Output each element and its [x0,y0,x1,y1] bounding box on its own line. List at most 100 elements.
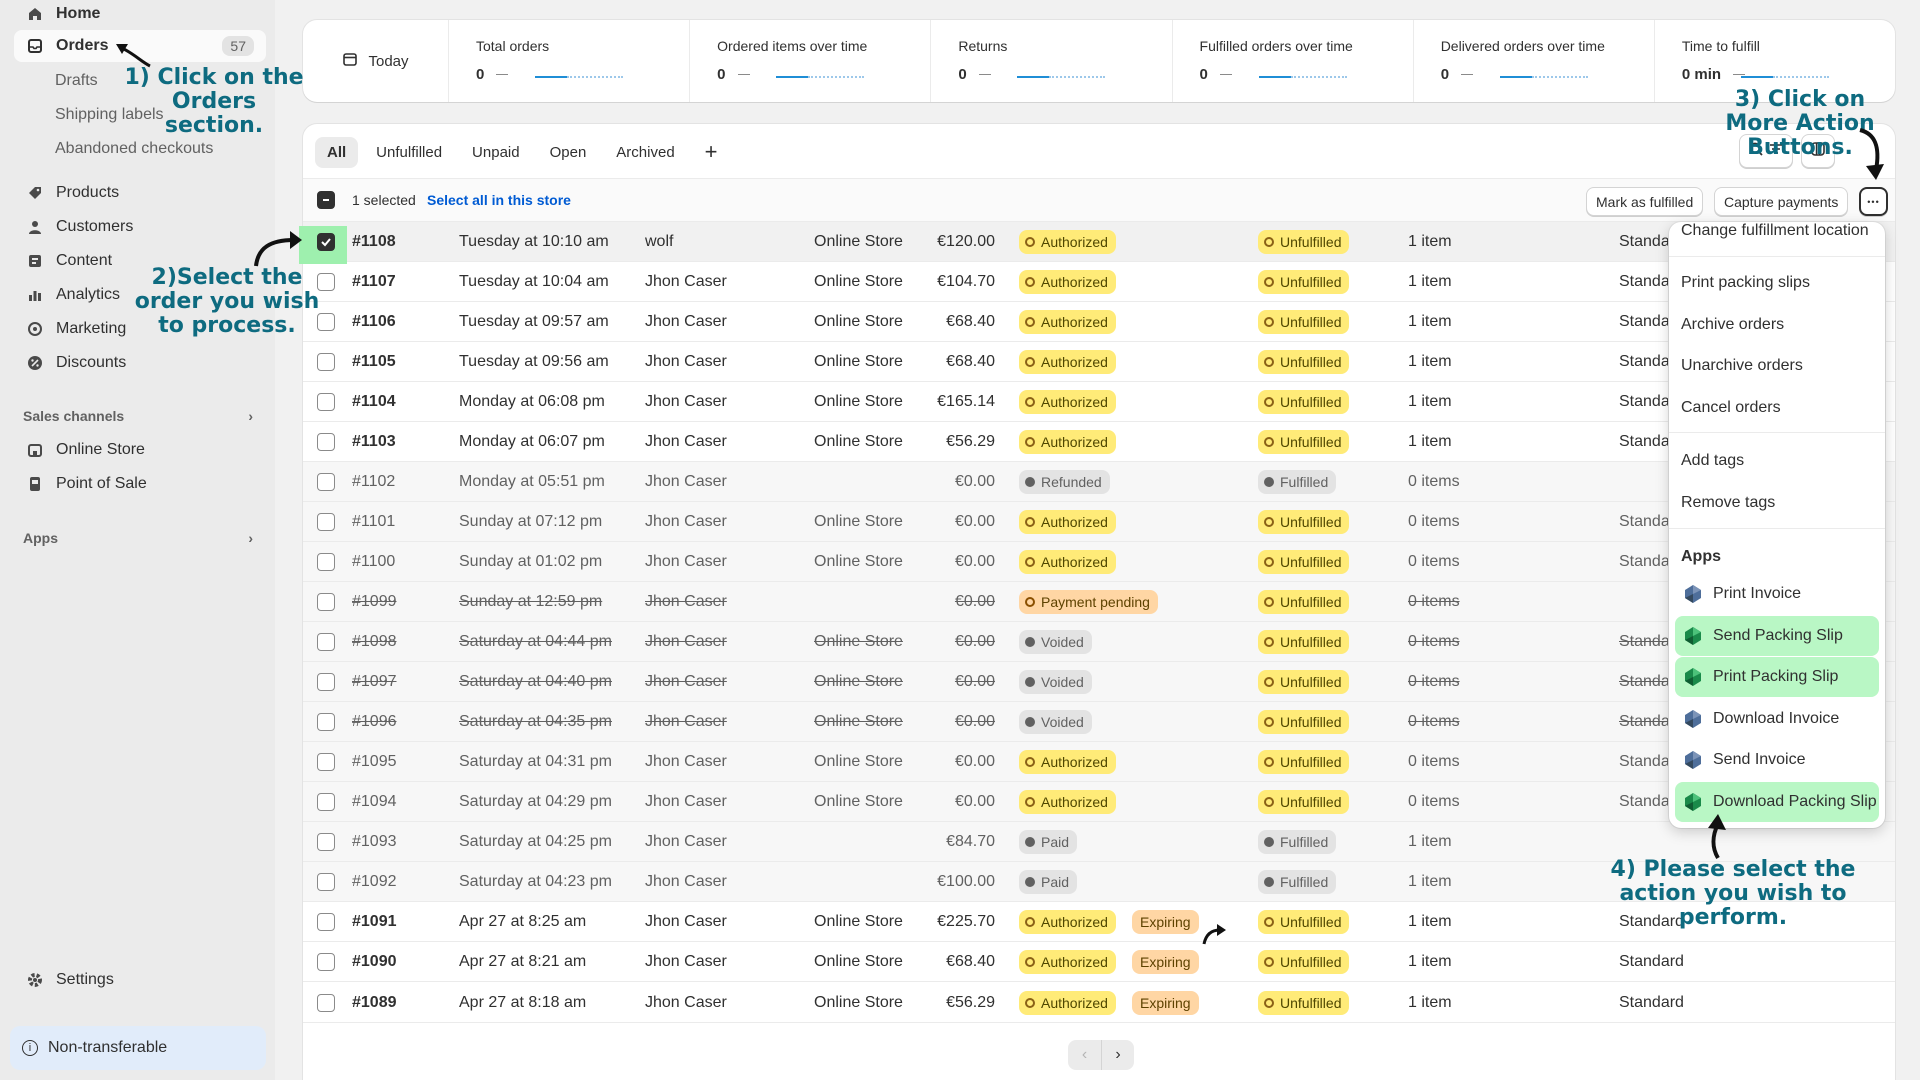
row-checkbox[interactable] [317,593,335,611]
capture-payments-button[interactable]: Capture payments [1714,187,1849,216]
tab-unpaid[interactable]: Unpaid [460,137,532,168]
stat-ordered-items[interactable]: Ordered items over time 0 [690,20,932,102]
nav-drafts[interactable]: Drafts [55,72,98,90]
menu-archive-orders[interactable]: Archive orders [1681,316,1784,334]
add-view-button[interactable]: + [693,137,730,167]
order-number[interactable]: #1101 [352,513,395,531]
row-checkbox[interactable] [317,873,335,891]
menu-print-packing-slip[interactable]: Print Packing Slip [1675,657,1879,697]
table-row[interactable]: #1097 Saturday at 04:40 pm Jhon Caser Onlin… [303,662,1895,702]
table-row[interactable]: #1101 Sunday at 07:12 pm Jhon Caser Online … [303,502,1895,542]
row-checkbox[interactable] [317,633,335,651]
menu-send-invoice[interactable]: Send Invoice [1675,740,1879,780]
order-number[interactable]: #1102 [352,473,395,491]
menu-unarchive-orders[interactable]: Unarchive orders [1681,357,1803,375]
nav-customers[interactable]: Customers [14,211,266,243]
row-checkbox[interactable] [317,673,335,691]
nav-discounts[interactable]: Discounts [14,347,266,379]
payment-status-label: Refunded [1041,474,1102,490]
menu-print-packing-slips[interactable]: Print packing slips [1681,274,1810,292]
nav-settings[interactable]: Settings [14,964,266,996]
order-number[interactable]: #1104 [352,393,396,411]
nav-products[interactable]: Products [14,177,266,209]
row-checkbox[interactable] [317,353,335,371]
order-number[interactable]: #1096 [352,713,397,731]
select-all-store-link[interactable]: Select all in this store [427,192,571,208]
nav-online-store[interactable]: Online Store [14,434,266,466]
table-row[interactable]: #1090 Apr 27 at 8:21 am Jhon Caser Online S… [303,942,1895,982]
nav-abandoned-checkouts[interactable]: Abandoned checkouts [55,140,213,158]
select-all-checkbox[interactable] [317,191,335,209]
order-1108-checkbox[interactable] [317,233,335,251]
table-row[interactable]: #1096 Saturday at 04:35 pm Jhon Caser Onlin… [303,702,1895,742]
table-row[interactable]: #1089 Apr 27 at 8:18 am Jhon Caser Online S… [303,983,1895,1023]
row-checkbox[interactable] [317,393,335,411]
order-number[interactable]: #1097 [352,673,397,691]
row-checkbox[interactable] [317,793,335,811]
order-number[interactable]: #1107 [352,273,396,291]
order-number[interactable]: #1090 [352,953,397,971]
row-checkbox[interactable] [317,513,335,531]
nav-home[interactable]: Home [14,0,266,30]
row-checkbox[interactable] [317,713,335,731]
row-checkbox[interactable] [317,753,335,771]
tab-archived[interactable]: Archived [604,137,686,168]
order-number[interactable]: #1099 [352,593,397,611]
nav-point-of-sale[interactable]: Point of Sale [14,468,266,500]
table-row[interactable]: #1106 Tuesday at 09:57 am Jhon Caser Online… [303,302,1895,342]
sales-channels-header[interactable]: Sales channels › [23,408,253,424]
order-number[interactable]: #1095 [352,753,397,771]
table-row[interactable]: #1104 Monday at 06:08 pm Jhon Caser Online … [303,382,1895,422]
tab-unfulfilled[interactable]: Unfulfilled [364,137,454,168]
row-checkbox[interactable] [317,913,335,931]
row-checkbox[interactable] [317,833,335,851]
order-number[interactable]: #1106 [352,313,396,331]
menu-cancel-orders[interactable]: Cancel orders [1681,399,1781,417]
menu-print-invoice[interactable]: Print Invoice [1675,574,1879,614]
order-number[interactable]: #1092 [352,873,397,891]
tab-open[interactable]: Open [538,137,599,168]
menu-change-fulfillment-location[interactable]: Change fulfillment location [1681,222,1869,240]
date-range-button[interactable]: Today [303,20,449,102]
order-number[interactable]: #1094 [352,793,397,811]
table-row[interactable]: #1093 Saturday at 04:25 pm Jhon Caser €84.7… [303,822,1895,862]
row-checkbox[interactable] [317,553,335,571]
menu-send-packing-slip[interactable]: Send Packing Slip [1675,616,1879,656]
row-checkbox[interactable] [317,433,335,451]
order-number[interactable]: #1091 [352,913,397,931]
order-number[interactable]: #1089 [352,994,397,1012]
row-checkbox[interactable] [317,953,335,971]
next-page-button[interactable]: › [1101,1040,1134,1070]
row-checkbox[interactable] [317,994,335,1012]
table-row[interactable]: #1095 Saturday at 04:31 pm Jhon Caser Onlin… [303,742,1895,782]
stat-delivered-orders[interactable]: Delivered orders over time 0 [1414,20,1655,102]
stat-fulfilled-orders[interactable]: Fulfilled orders over time 0 [1173,20,1414,102]
table-row[interactable]: #1105 Tuesday at 09:56 am Jhon Caser Online… [303,342,1895,382]
menu-download-invoice[interactable]: Download Invoice [1675,699,1879,739]
table-row[interactable]: #1094 Saturday at 04:29 pm Jhon Caser Onlin… [303,782,1895,822]
order-number[interactable]: #1105 [352,353,396,371]
table-row[interactable]: #1100 Sunday at 01:02 pm Jhon Caser Online … [303,542,1895,582]
table-row[interactable]: #1107 Tuesday at 10:04 am Jhon Caser Online… [303,262,1895,302]
table-row[interactable]: #1099 Sunday at 12:59 pm Jhon Caser €0.00 Pa… [303,582,1895,622]
order-number[interactable]: #1098 [352,633,397,651]
table-row[interactable]: #1098 Saturday at 04:44 pm Jhon Caser Onlin… [303,622,1895,662]
menu-add-tags[interactable]: Add tags [1681,452,1744,470]
mark-as-fulfilled-button[interactable]: Mark as fulfilled [1586,187,1704,216]
apps-header[interactable]: Apps › [23,530,253,546]
tab-all[interactable]: All [315,136,359,168]
row-checkbox[interactable] [317,473,335,491]
stat-total-orders[interactable]: Total orders 0 [449,20,691,102]
non-transferable-banner[interactable]: i Non-transferable [10,1026,266,1070]
order-number[interactable]: #1103 [352,433,396,451]
table-row[interactable]: #1108 Tuesday at 10:10 am wolf Online Store… [303,222,1895,262]
order-number[interactable]: #1100 [352,553,395,571]
stat-returns[interactable]: Returns 0 [931,20,1173,102]
table-row[interactable]: #1103 Monday at 06:07 pm Jhon Caser Online … [303,422,1895,462]
menu-remove-tags[interactable]: Remove tags [1681,494,1775,512]
prev-page-button[interactable]: ‹ [1068,1040,1101,1070]
order-number[interactable]: #1093 [352,833,397,851]
more-actions-button[interactable]: ••• [1859,187,1888,216]
table-row[interactable]: #1102 Monday at 05:51 pm Jhon Caser €0.00 Re… [303,462,1895,502]
order-number[interactable]: #1108 [352,233,396,251]
